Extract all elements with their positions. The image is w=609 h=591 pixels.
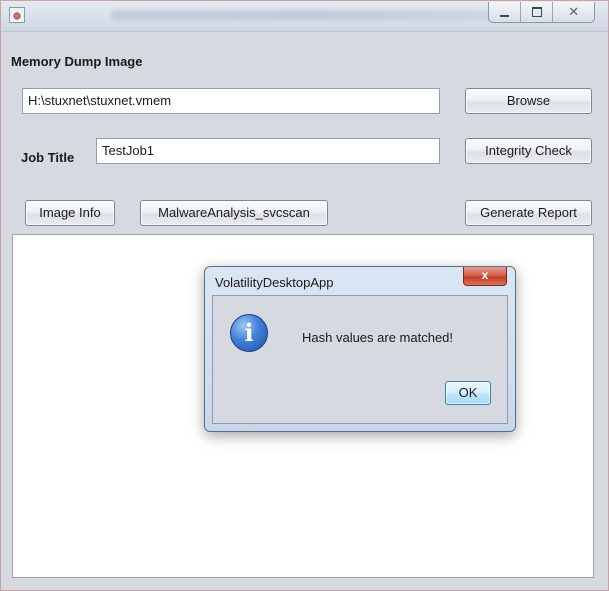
memory-dump-label: Memory Dump Image — [11, 54, 143, 69]
job-title-input[interactable]: TestJob1 — [96, 138, 440, 164]
message-dialog: VolatilityDesktopApp x i Hash values are… — [204, 266, 516, 432]
window-controls: ✕ — [488, 2, 595, 23]
integrity-check-button[interactable]: Integrity Check — [465, 138, 592, 164]
maximize-button[interactable] — [521, 2, 554, 22]
information-icon: i — [230, 314, 268, 352]
close-button[interactable]: ✕ — [553, 2, 594, 22]
generate-report-button[interactable]: Generate Report — [465, 200, 592, 226]
maximize-icon — [531, 7, 542, 17]
background-window-titles-blur — [111, 10, 531, 20]
java-app-icon — [9, 7, 25, 23]
main-window: ✕ Memory Dump Image H:\stuxnet\stuxnet.v… — [0, 0, 609, 591]
memory-dump-path-input[interactable]: H:\stuxnet\stuxnet.vmem — [22, 88, 440, 114]
malware-analysis-svcscan-button[interactable]: MalwareAnalysis_svcscan — [140, 200, 328, 226]
minimize-icon — [500, 13, 510, 17]
browse-button[interactable]: Browse — [465, 88, 592, 114]
dialog-content-pane: i Hash values are matched! OK — [212, 295, 508, 424]
window-titlebar[interactable]: ✕ — [1, 1, 608, 32]
image-info-button[interactable]: Image Info — [25, 200, 115, 226]
close-icon: ✕ — [568, 4, 580, 19]
dialog-title: VolatilityDesktopApp — [215, 275, 334, 290]
ok-button[interactable]: OK — [445, 381, 491, 405]
dialog-close-button[interactable]: x — [463, 267, 507, 286]
job-title-label: Job Title — [21, 150, 75, 165]
dialog-close-icon: x — [481, 268, 489, 282]
dialog-message: Hash values are matched! — [302, 330, 454, 345]
minimize-button[interactable] — [489, 2, 522, 22]
